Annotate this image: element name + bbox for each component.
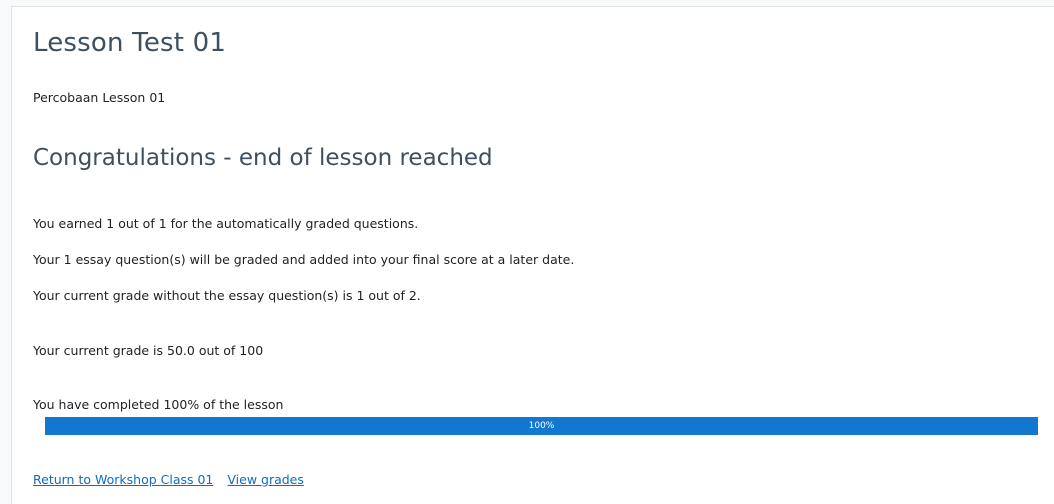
lesson-card: Lesson Test 01 Percobaan Lesson 01 Congr… [11, 6, 1054, 504]
essay-pending-message: Your 1 essay question(s) will be graded … [33, 252, 575, 267]
lesson-progress-fill: 100% [45, 417, 1038, 435]
lesson-description: Percobaan Lesson 01 [33, 90, 166, 105]
page-title: Lesson Test 01 [33, 28, 227, 58]
grade-without-essay-message: Your current grade without the essay que… [33, 288, 421, 303]
lesson-links: Return to Workshop Class 01 View grades [33, 472, 304, 487]
auto-graded-message: You earned 1 out of 1 for the automatica… [33, 216, 419, 231]
lesson-progress-label: 100% [528, 421, 555, 431]
completed-message: You have completed 100% of the lesson [33, 397, 284, 412]
current-grade-message: Your current grade is 50.0 out of 100 [33, 343, 264, 358]
view-grades-link[interactable]: View grades [227, 472, 304, 487]
lesson-progress-bar: 100% [45, 417, 1038, 435]
end-of-lesson-heading: Congratulations - end of lesson reached [33, 145, 493, 171]
return-to-course-link[interactable]: Return to Workshop Class 01 [33, 472, 213, 487]
